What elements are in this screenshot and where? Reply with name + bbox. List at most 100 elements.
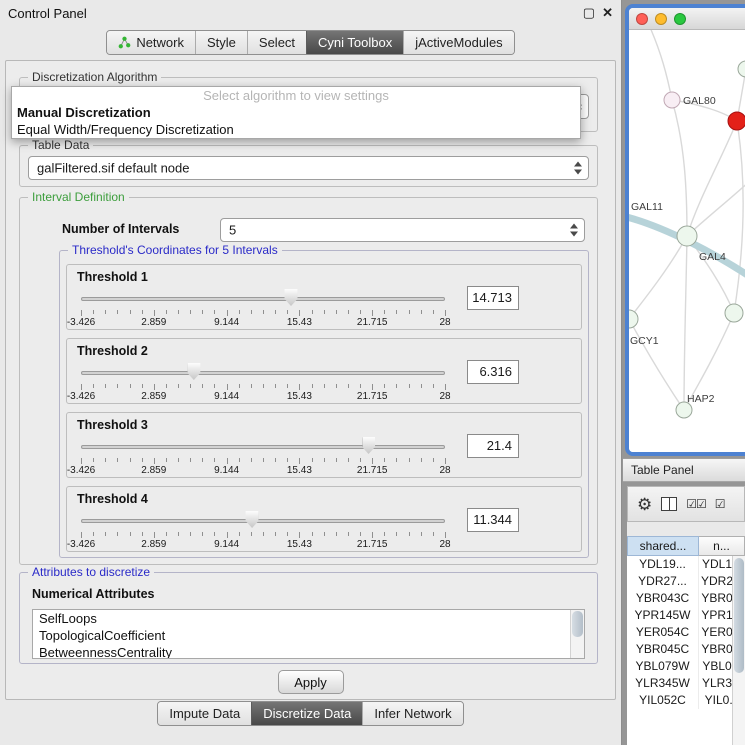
tab-infer-network[interactable]: Infer Network xyxy=(362,702,462,725)
table-row[interactable]: YBR043CYBR0... xyxy=(627,590,745,607)
slider-track[interactable] xyxy=(81,445,445,449)
table-scrollbar[interactable] xyxy=(732,556,745,745)
list-item[interactable]: SelfLoops xyxy=(33,610,584,627)
algorithm-dropdown: Select algorithm to view settings Manual… xyxy=(11,86,581,139)
tick-mark xyxy=(336,532,337,536)
column-header[interactable]: shared... xyxy=(627,536,699,556)
table-row[interactable]: YLR345WYLR3... xyxy=(627,675,745,692)
columns-icon[interactable] xyxy=(661,497,677,511)
table-row[interactable]: YBR045CYBR0... xyxy=(627,641,745,658)
number-of-intervals-select[interactable]: 5 xyxy=(220,218,585,242)
tab-impute-data[interactable]: Impute Data xyxy=(158,702,251,725)
network-node[interactable] xyxy=(629,310,638,328)
tick-mark xyxy=(360,458,361,462)
tick-mark xyxy=(324,384,325,388)
list-scrollbar[interactable] xyxy=(570,610,584,658)
scrollbar-thumb[interactable] xyxy=(572,611,583,637)
threshold-value-field[interactable]: 21.4 xyxy=(467,434,519,458)
close-traffic-light-icon[interactable] xyxy=(636,13,648,25)
network-node[interactable] xyxy=(725,304,743,322)
table-row[interactable]: YIL052CYIL0... xyxy=(627,692,745,709)
gear-icon[interactable]: ⚙ xyxy=(637,496,652,513)
tick-mark xyxy=(202,310,203,314)
scale-label: -3.426 xyxy=(67,391,95,402)
checkbox-icon[interactable]: ☑ xyxy=(715,497,725,511)
tab-select[interactable]: Select xyxy=(247,31,306,54)
slider-scale: -3.4262.8599.14415.4321.71528 xyxy=(81,316,445,328)
dropdown-option-equal-width-frequency[interactable]: Equal Width/Frequency Discretization xyxy=(12,121,580,138)
network-node[interactable] xyxy=(664,92,680,108)
dropdown-option-manual-discretization[interactable]: Manual Discretization xyxy=(12,104,580,121)
tick-mark xyxy=(396,384,397,388)
tick-mark xyxy=(239,384,240,388)
tick-mark xyxy=(421,310,422,314)
list-item[interactable]: BetweennessCentrality xyxy=(33,644,584,659)
slider-thumb[interactable] xyxy=(187,363,200,380)
tick-mark xyxy=(396,310,397,314)
table-row[interactable]: YDR27...YDR2... xyxy=(627,573,745,590)
select-all-checkbox-icon[interactable]: ☑☑ xyxy=(686,497,706,511)
slider-thumb[interactable] xyxy=(246,511,259,528)
threshold-value-field[interactable]: 11.344 xyxy=(467,508,519,532)
table-row[interactable]: YPR145WYPR1... xyxy=(627,607,745,624)
thresholds-group: Threshold's Coordinates for 5 Intervals … xyxy=(59,250,589,558)
tab-cyni-toolbox[interactable]: Cyni Toolbox xyxy=(306,31,403,54)
slider-thumb[interactable] xyxy=(362,437,375,454)
threshold-slider[interactable] xyxy=(81,513,445,530)
threshold-value-field[interactable]: 14.713 xyxy=(467,286,519,310)
scrollbar-thumb[interactable] xyxy=(734,558,744,673)
threshold-slider[interactable] xyxy=(81,439,445,456)
network-node[interactable] xyxy=(677,226,697,246)
tick-mark xyxy=(409,532,410,536)
close-panel-icon[interactable]: ✕ xyxy=(602,5,613,21)
column-header[interactable]: n... xyxy=(699,536,745,556)
table-header-row: shared...n... xyxy=(627,536,745,556)
slider-track[interactable] xyxy=(81,297,445,301)
minimize-traffic-light-icon[interactable] xyxy=(655,13,667,25)
tick-mark xyxy=(336,384,337,388)
table-row[interactable]: YDL19...YDL1... xyxy=(627,556,745,573)
scale-label: 2.859 xyxy=(141,539,166,550)
network-node-selected[interactable] xyxy=(728,112,745,130)
table-toolbar: ⚙ ☑☑ ☑ xyxy=(627,486,745,522)
slider-thumb[interactable] xyxy=(285,289,298,306)
tick-mark xyxy=(312,532,313,536)
threshold-value-field[interactable]: 6.316 xyxy=(467,360,519,384)
tick-mark xyxy=(130,310,131,314)
numerical-attributes-list[interactable]: SelfLoopsTopologicalCoefficientBetweenne… xyxy=(32,609,585,659)
table-row[interactable]: YER054CYER0... xyxy=(627,624,745,641)
tick-mark xyxy=(421,532,422,536)
network-node[interactable] xyxy=(738,61,745,77)
tick-mark xyxy=(251,458,252,462)
threshold-slider[interactable] xyxy=(81,291,445,308)
slider-track[interactable] xyxy=(81,371,445,375)
tab-style[interactable]: Style xyxy=(195,31,247,54)
table-panel-title: Table Panel xyxy=(631,463,694,477)
zoom-traffic-light-icon[interactable] xyxy=(674,13,686,25)
tick-mark xyxy=(251,310,252,314)
slider-track[interactable] xyxy=(81,519,445,523)
threshold-panel: Threshold 2 -3.4262.8599.14415.4321.7152… xyxy=(66,338,582,404)
combo-spinner-icon xyxy=(570,224,579,237)
bottom-tabbar: Impute DataDiscretize DataInfer Network xyxy=(0,701,621,726)
tick-mark xyxy=(324,532,325,536)
threshold-slider[interactable] xyxy=(81,365,445,382)
tick-mark xyxy=(178,532,179,536)
tab-network[interactable]: Network xyxy=(107,31,195,54)
table-row[interactable]: YBL079WYBL0... xyxy=(627,658,745,675)
tick-mark xyxy=(117,458,118,462)
apply-button[interactable]: Apply xyxy=(278,670,344,694)
tick-mark xyxy=(445,310,446,316)
tick-mark xyxy=(409,384,410,388)
table-data-select[interactable]: galFiltered.sif default node xyxy=(28,156,589,180)
tab-jactivemodules[interactable]: jActiveModules xyxy=(403,31,513,54)
table-data-group-title: Table Data xyxy=(28,138,93,153)
slider-scale: -3.4262.8599.14415.4321.71528 xyxy=(81,390,445,402)
float-window-icon[interactable]: ▢ xyxy=(583,5,595,21)
network-canvas[interactable]: GAL80GAL11GAL4GCY1HAP2 xyxy=(629,30,745,452)
tick-mark xyxy=(166,532,167,536)
list-item[interactable]: TopologicalCoefficient xyxy=(33,627,584,644)
scale-label: -3.426 xyxy=(67,317,95,328)
tab-discretize-data[interactable]: Discretize Data xyxy=(251,702,362,725)
table-cell: YIL052C xyxy=(627,692,699,709)
